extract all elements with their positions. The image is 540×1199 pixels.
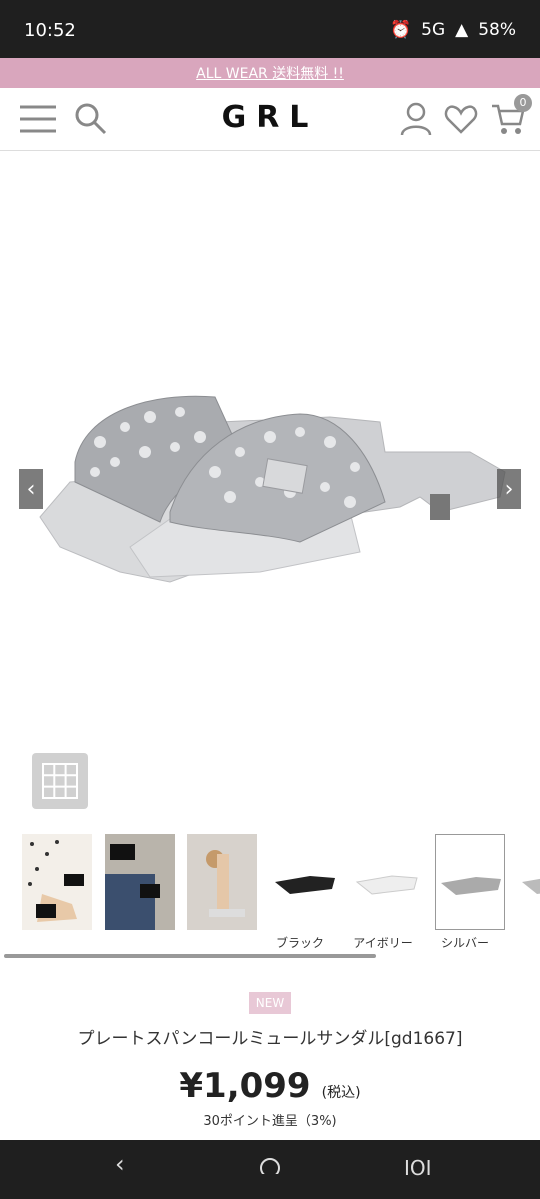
thumbnail-black[interactable] [270, 834, 340, 930]
thumbnail-silver-selected[interactable] [435, 834, 505, 930]
product-main-image[interactable] [0, 152, 540, 752]
status-bar: 10:52 ⏰ 5G ▲ 58% [0, 0, 540, 58]
tax-label: (税込) [321, 1085, 361, 1101]
home-icon[interactable] [258, 1150, 282, 1180]
thumbnail-extra[interactable] [517, 834, 540, 930]
account-icon[interactable] [400, 102, 432, 140]
thumbnail-ivory[interactable] [352, 834, 422, 930]
grid-icon [42, 763, 78, 799]
grid-view-button[interactable] [32, 753, 88, 809]
cart-count-badge: 0 [514, 94, 532, 112]
network-label: 5G [421, 20, 446, 40]
thumbnail-label-ivory: アイボリー [353, 936, 413, 950]
prev-image-button[interactable]: ‹ [19, 469, 43, 509]
system-nav-bar: ‹ IOI [0, 1140, 540, 1199]
cart-icon[interactable]: 0 [490, 94, 532, 140]
thumbnail-label-silver: シルバー [440, 936, 489, 950]
recents-icon[interactable]: IOI [404, 1156, 432, 1180]
thumbnail-strip: ブラック アイボリー シルバー [0, 834, 540, 954]
price-block: ¥1,099 (税込) [0, 1066, 540, 1106]
product-title: プレートスパンコールミュールサンダル[gd1667] [77, 1029, 463, 1049]
thumbnail-model-polka[interactable] [22, 834, 92, 930]
thumbnail-model-denim[interactable] [105, 834, 175, 930]
promo-banner: ALL WEAR 送料無料 !! [0, 58, 540, 88]
thumbnail-scrollbar[interactable] [4, 954, 376, 958]
site-header: GRL 0 [0, 88, 540, 151]
alarm-icon: ⏰ [389, 20, 412, 40]
favorite-icon[interactable] [444, 102, 478, 140]
signal-icon: ▲ [455, 20, 469, 40]
new-badge: NEW [249, 992, 291, 1014]
points-info: 30ポイント進呈（3%) [203, 1114, 337, 1129]
product-price: ¥1,099 [179, 1066, 311, 1106]
thumbnail-label-black: ブラック [275, 936, 324, 950]
promo-link[interactable]: ALL WEAR 送料無料 !! [196, 63, 344, 83]
thumbnail-model-bear[interactable] [187, 834, 257, 930]
status-time: 10:52 [24, 20, 76, 41]
back-icon[interactable]: ‹ [115, 1150, 125, 1178]
next-image-button[interactable]: › [497, 469, 521, 509]
battery-level: 58% [478, 20, 516, 40]
